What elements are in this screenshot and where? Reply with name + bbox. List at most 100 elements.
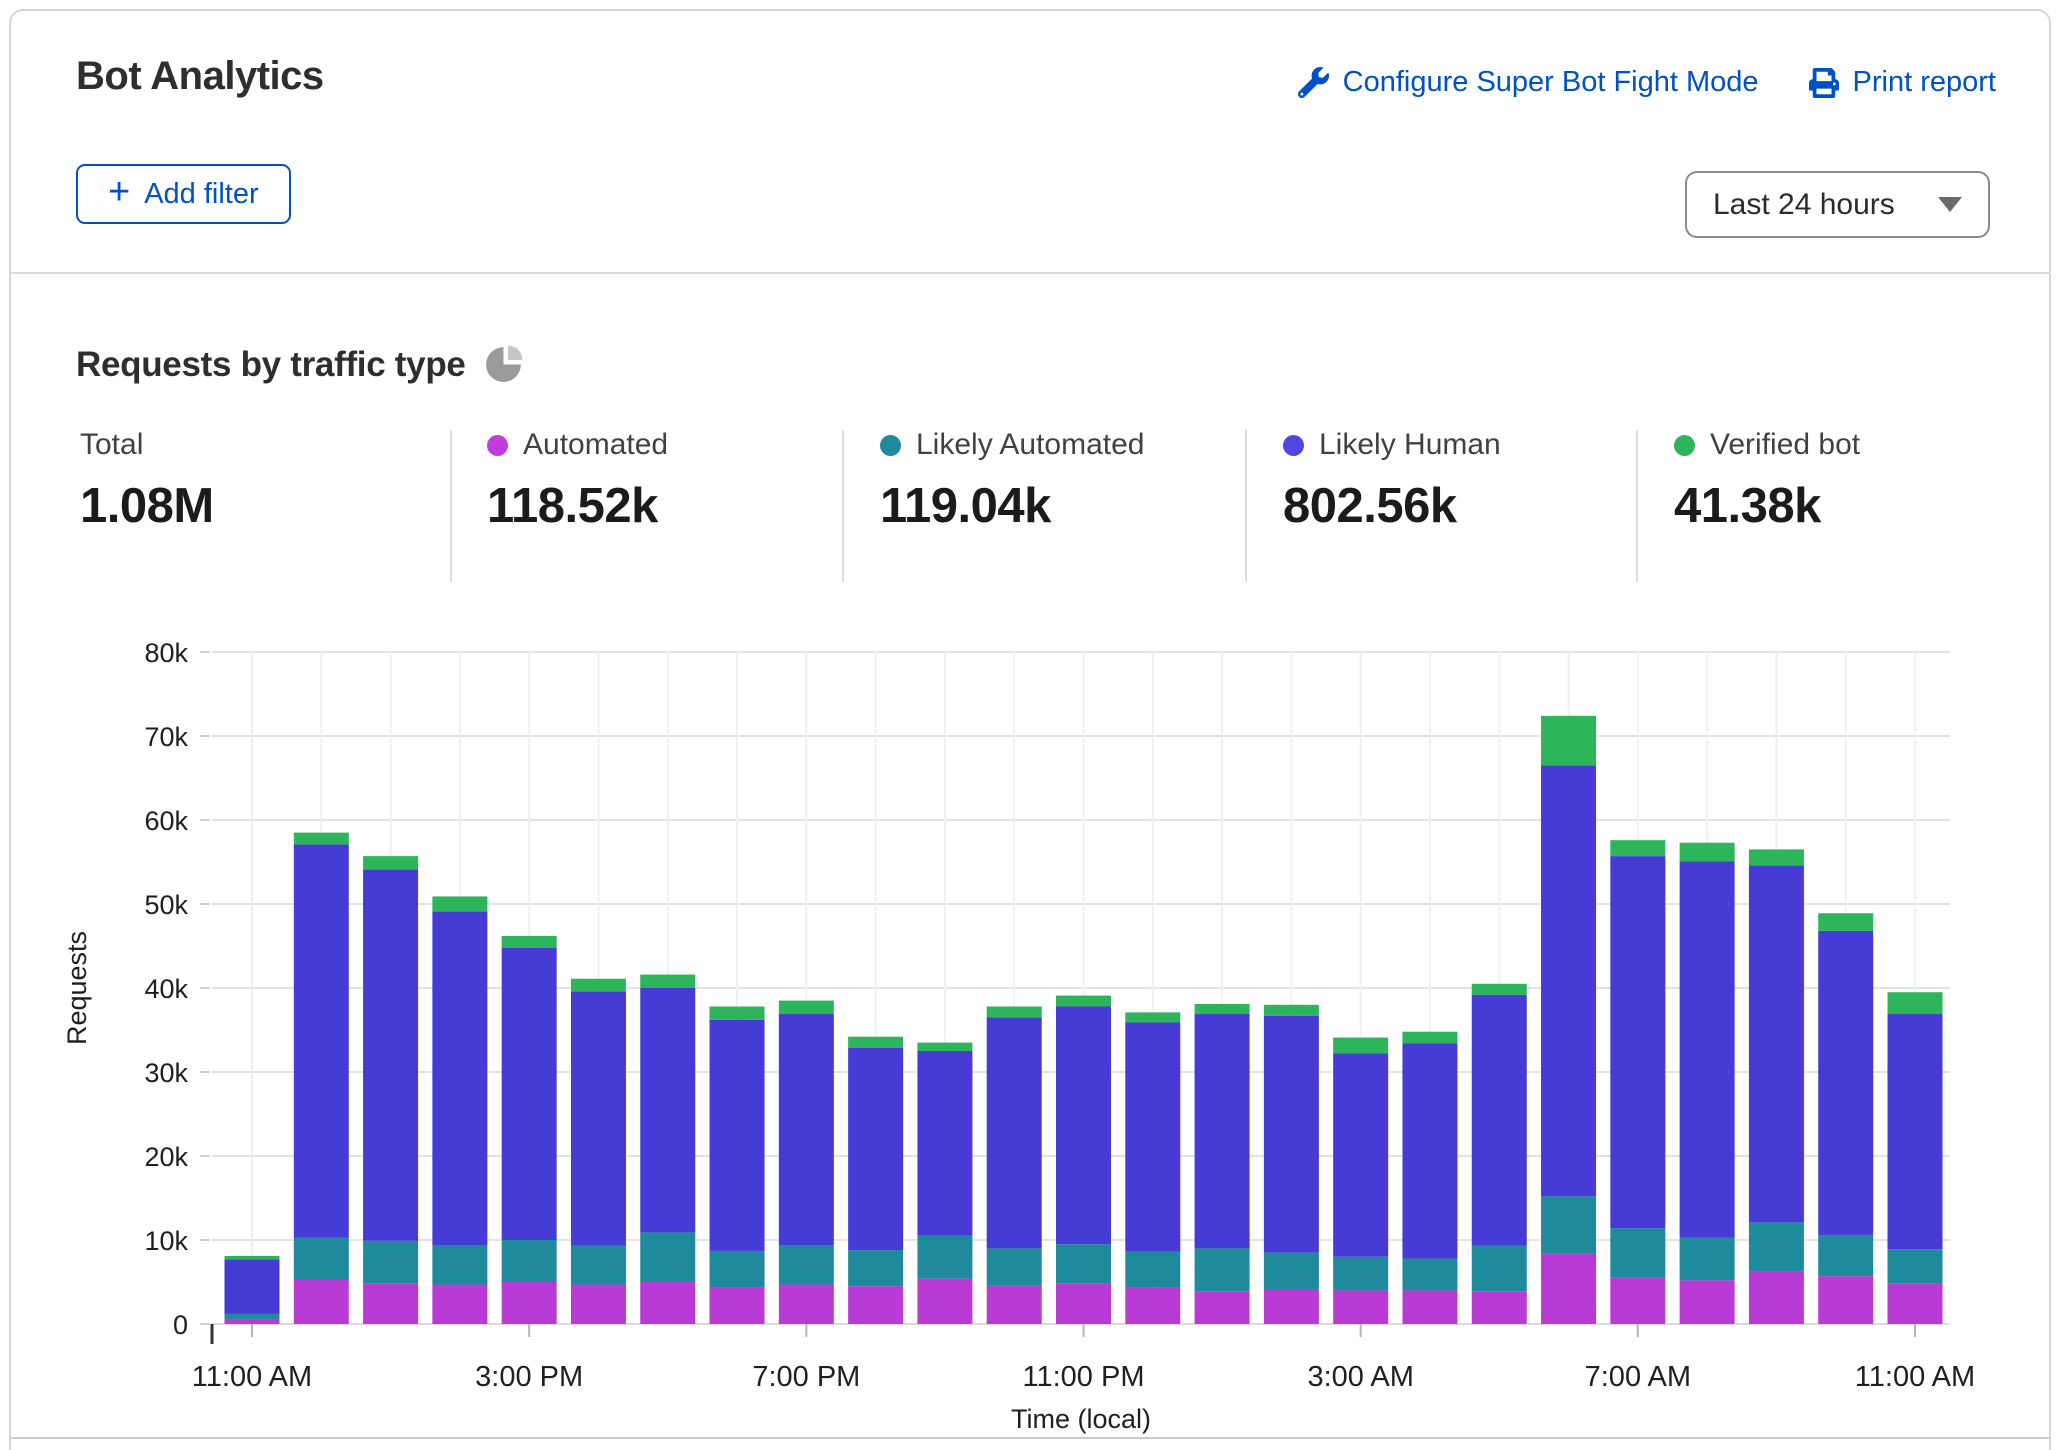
bar-segment-automated[interactable] <box>1541 1253 1596 1324</box>
bar-segment-automated[interactable] <box>294 1279 349 1324</box>
bar-segment-likely-human[interactable] <box>363 870 418 1241</box>
bar-segment-verified-bot[interactable] <box>1541 716 1596 766</box>
bar-segment-automated[interactable] <box>1818 1276 1873 1324</box>
bar-segment-automated[interactable] <box>987 1285 1042 1324</box>
bar-segment-likely-human[interactable] <box>710 1020 765 1251</box>
bar-segment-likely-automated[interactable] <box>1472 1246 1527 1291</box>
bar-segment-likely-automated[interactable] <box>571 1246 626 1285</box>
bar-segment-likely-human[interactable] <box>1333 1054 1388 1257</box>
bar-segment-likely-automated[interactable] <box>640 1232 695 1282</box>
bar-segment-likely-automated[interactable] <box>1541 1196 1596 1253</box>
bar-segment-verified-bot[interactable] <box>1680 843 1735 861</box>
bar-segment-verified-bot[interactable] <box>1472 984 1527 995</box>
bar-segment-automated[interactable] <box>1610 1278 1665 1324</box>
bar-segment-likely-human[interactable] <box>1125 1022 1180 1251</box>
bar-segment-likely-human[interactable] <box>571 991 626 1246</box>
bar-segment-verified-bot[interactable] <box>917 1043 972 1051</box>
bar-segment-likely-automated[interactable] <box>1333 1257 1388 1291</box>
bar-segment-verified-bot[interactable] <box>1402 1032 1457 1044</box>
bar-segment-automated[interactable] <box>1472 1291 1527 1324</box>
bar-segment-verified-bot[interactable] <box>848 1037 903 1048</box>
bar-segment-verified-bot[interactable] <box>502 936 557 948</box>
bar-segment-verified-bot[interactable] <box>225 1256 280 1259</box>
bar-segment-likely-human[interactable] <box>848 1048 903 1250</box>
bar-segment-verified-bot[interactable] <box>1610 840 1665 856</box>
bar-segment-likely-automated[interactable] <box>710 1251 765 1288</box>
bar-segment-likely-automated[interactable] <box>294 1237 349 1279</box>
bar-segment-likely-human[interactable] <box>432 912 487 1245</box>
bar-segment-likely-automated[interactable] <box>1264 1253 1319 1290</box>
bar-segment-likely-automated[interactable] <box>1888 1249 1943 1283</box>
bar-segment-verified-bot[interactable] <box>1056 996 1111 1007</box>
bar-segment-verified-bot[interactable] <box>779 1001 834 1014</box>
bar-segment-automated[interactable] <box>502 1282 557 1324</box>
bar-segment-automated[interactable] <box>1333 1290 1388 1324</box>
bar-segment-likely-human[interactable] <box>294 844 349 1237</box>
bar-segment-likely-human[interactable] <box>1749 865 1804 1222</box>
bar-segment-verified-bot[interactable] <box>1818 913 1873 931</box>
bar-segment-automated[interactable] <box>640 1282 695 1324</box>
bar-segment-likely-human[interactable] <box>917 1051 972 1236</box>
bar-segment-likely-automated[interactable] <box>1195 1248 1250 1291</box>
bar-segment-automated[interactable] <box>1195 1291 1250 1324</box>
bar-segment-likely-human[interactable] <box>225 1259 280 1314</box>
bar-segment-likely-automated[interactable] <box>1749 1222 1804 1271</box>
bar-segment-likely-human[interactable] <box>779 1014 834 1245</box>
bar-segment-automated[interactable] <box>432 1285 487 1324</box>
bar-segment-automated[interactable] <box>1056 1284 1111 1324</box>
bar-segment-likely-automated[interactable] <box>1610 1228 1665 1278</box>
bar-segment-automated[interactable] <box>1264 1290 1319 1324</box>
bar-segment-likely-automated[interactable] <box>432 1245 487 1284</box>
bar-segment-automated[interactable] <box>1888 1284 1943 1324</box>
bar-segment-automated[interactable] <box>1749 1271 1804 1324</box>
bar-segment-likely-human[interactable] <box>1264 1016 1319 1253</box>
bar-segment-verified-bot[interactable] <box>1333 1038 1388 1054</box>
bar-segment-likely-automated[interactable] <box>1056 1244 1111 1283</box>
bar-segment-likely-human[interactable] <box>1680 861 1735 1237</box>
bar-segment-likely-human[interactable] <box>1888 1014 1943 1249</box>
bar-segment-automated[interactable] <box>1680 1280 1735 1324</box>
bar-segment-verified-bot[interactable] <box>710 1006 765 1019</box>
bar-segment-likely-human[interactable] <box>502 948 557 1240</box>
bar-segment-verified-bot[interactable] <box>987 1006 1042 1017</box>
bar-segment-likely-human[interactable] <box>1818 931 1873 1235</box>
bar-segment-automated[interactable] <box>848 1286 903 1324</box>
bar-segment-likely-automated[interactable] <box>1818 1235 1873 1276</box>
bar-segment-verified-bot[interactable] <box>363 856 418 869</box>
bar-segment-verified-bot[interactable] <box>1125 1012 1180 1022</box>
bar-segment-likely-automated[interactable] <box>225 1314 280 1319</box>
bar-segment-automated[interactable] <box>1402 1290 1457 1324</box>
bar-segment-likely-human[interactable] <box>1056 1006 1111 1244</box>
bar-segment-automated[interactable] <box>779 1285 834 1324</box>
bar-segment-verified-bot[interactable] <box>432 896 487 911</box>
bar-segment-verified-bot[interactable] <box>640 975 695 988</box>
bar-segment-verified-bot[interactable] <box>1195 1004 1250 1014</box>
bar-segment-likely-automated[interactable] <box>1125 1252 1180 1288</box>
bar-segment-automated[interactable] <box>363 1284 418 1324</box>
bar-segment-likely-automated[interactable] <box>848 1250 903 1286</box>
bar-segment-likely-automated[interactable] <box>502 1240 557 1282</box>
bar-segment-verified-bot[interactable] <box>294 833 349 845</box>
bar-segment-automated[interactable] <box>225 1319 280 1324</box>
bar-segment-likely-human[interactable] <box>640 988 695 1232</box>
bar-segment-likely-human[interactable] <box>1195 1014 1250 1248</box>
bar-segment-likely-automated[interactable] <box>987 1248 1042 1285</box>
bar-segment-likely-automated[interactable] <box>363 1241 418 1284</box>
bar-segment-verified-bot[interactable] <box>571 979 626 992</box>
bar-segment-likely-automated[interactable] <box>917 1236 972 1279</box>
bar-segment-automated[interactable] <box>710 1288 765 1324</box>
bar-segment-likely-automated[interactable] <box>1402 1258 1457 1290</box>
bar-segment-likely-human[interactable] <box>1610 856 1665 1228</box>
bar-segment-likely-human[interactable] <box>1541 765 1596 1196</box>
bar-segment-verified-bot[interactable] <box>1749 849 1804 865</box>
bar-segment-automated[interactable] <box>1125 1288 1180 1324</box>
bar-segment-verified-bot[interactable] <box>1888 992 1943 1014</box>
bar-segment-likely-human[interactable] <box>1472 995 1527 1246</box>
bar-segment-verified-bot[interactable] <box>1264 1005 1319 1016</box>
bar-segment-likely-automated[interactable] <box>779 1245 834 1284</box>
bar-segment-automated[interactable] <box>571 1285 626 1324</box>
bar-segment-automated[interactable] <box>917 1279 972 1324</box>
bar-segment-likely-human[interactable] <box>1402 1043 1457 1258</box>
bar-segment-likely-automated[interactable] <box>1680 1237 1735 1280</box>
bar-segment-likely-human[interactable] <box>987 1017 1042 1248</box>
